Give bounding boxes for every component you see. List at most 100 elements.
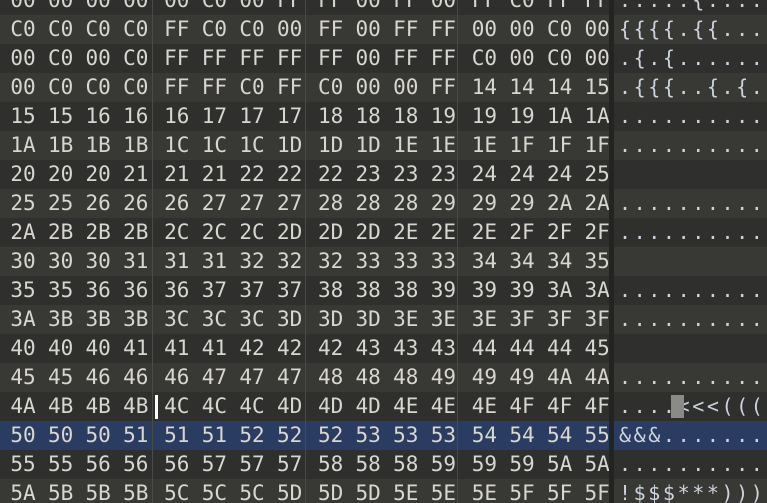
hex-row[interactable]: 35 35 36 36 36 37 37 37 38 38 38 39 39 39 3A 3A........…: [0, 276, 767, 305]
hex-byte[interactable]: 00: [387, 73, 425, 102]
hex-byte[interactable]: 51: [117, 421, 155, 450]
hex-row[interactable]: 45 45 46 46 46 47 47 47 48 48 48 49 49 49 4A 4A........…: [0, 363, 767, 392]
hex-byte[interactable]: 44: [503, 334, 541, 363]
hex-byte[interactable]: 21: [117, 160, 155, 189]
hex-byte[interactable]: 33: [387, 247, 425, 276]
hex-byte[interactable]: 38: [312, 276, 350, 305]
hex-row[interactable]: 00 C0 C0 C0 FF FF C0 FF C0 00 00 FF 14 14 14 15 .{{{..{.…: [0, 73, 767, 102]
hex-byte[interactable]: 46: [117, 363, 155, 392]
hex-row[interactable]: 25 25 26 26 26 27 27 27 28 28 28 29 29 29 2A 2A........…: [0, 189, 767, 218]
hex-byte[interactable]: C0: [195, 15, 233, 44]
hex-byte[interactable]: 1D: [312, 131, 350, 160]
hex-byte[interactable]: 52: [312, 421, 350, 450]
hex-row[interactable]: 1A 1B 1B 1B 1C 1C 1C 1D 1D 1D 1E 1E 1E 1F 1F 1F........…: [0, 131, 767, 160]
ascii-column[interactable]: &&&..........: [614, 421, 767, 450]
hex-byte[interactable]: 4B: [117, 392, 155, 421]
hex-byte[interactable]: 42: [271, 334, 309, 363]
hex-byte[interactable]: 27: [271, 189, 309, 218]
hex-byte[interactable]: 00: [271, 15, 309, 44]
hex-byte[interactable]: 36: [79, 276, 117, 305]
hex-byte[interactable]: 41: [158, 334, 196, 363]
hex-byte[interactable]: 4B: [79, 392, 117, 421]
hex-byte[interactable]: 4F: [503, 392, 541, 421]
hex-byte[interactable]: 28: [349, 189, 387, 218]
ascii-column[interactable]: {{{{.{{........: [614, 15, 767, 44]
hex-byte[interactable]: FF: [158, 44, 196, 73]
hex-byte[interactable]: 36: [117, 276, 155, 305]
hex-byte[interactable]: 2B: [117, 218, 155, 247]
ascii-column[interactable]: .{.{...........: [614, 44, 767, 73]
hex-byte[interactable]: 00: [349, 44, 387, 73]
hex-byte[interactable]: 45: [4, 363, 42, 392]
hex-byte[interactable]: 53: [349, 421, 387, 450]
hex-byte[interactable]: 00: [503, 44, 541, 73]
ascii-column[interactable]: .{{{..{.{......: [614, 73, 767, 102]
hex-row[interactable]: 30 30 30 31 31 31 32 32 32 33 33 33 34 34 34 35: [0, 247, 767, 276]
hex-byte[interactable]: 21: [158, 160, 196, 189]
hex-byte[interactable]: 00: [117, 0, 155, 15]
hex-row[interactable]: 50 50 50 51 51 51 52 52 52 53 53 53 54 54 54 55 &&&.....…: [0, 421, 767, 450]
hex-byte[interactable]: C0: [195, 0, 233, 15]
hex-row[interactable]: 15 15 16 16 16 17 17 17 18 18 18 19 19 19 1A 1A........…: [0, 102, 767, 131]
hex-byte[interactable]: 56: [158, 450, 196, 479]
hex-byte[interactable]: 48: [387, 363, 425, 392]
hex-byte[interactable]: 42: [233, 334, 271, 363]
hex-byte[interactable]: 29: [503, 189, 541, 218]
hex-row[interactable]: C0 C0 C0 C0 FF C0 C0 00 FF 00 FF FF 00 00 C0 00 {{{{.{{.…: [0, 15, 767, 44]
hex-byte[interactable]: 1E: [465, 131, 503, 160]
hex-byte[interactable]: 24: [541, 160, 579, 189]
hex-byte[interactable]: 20: [42, 160, 80, 189]
hex-byte[interactable]: C0: [117, 73, 155, 102]
hex-byte[interactable]: 54: [465, 421, 503, 450]
hex-byte[interactable]: 1E: [387, 131, 425, 160]
hex-byte[interactable]: 14: [541, 73, 579, 102]
hex-byte[interactable]: 5B: [117, 479, 155, 503]
hex-byte[interactable]: 20: [79, 160, 117, 189]
hex-byte[interactable]: FF: [195, 73, 233, 102]
hex-byte[interactable]: 50: [42, 421, 80, 450]
hex-byte[interactable]: 2D: [271, 218, 309, 247]
hex-byte[interactable]: 3B: [117, 305, 155, 334]
hex-byte[interactable]: 2B: [42, 218, 80, 247]
hex-byte[interactable]: C0: [42, 73, 80, 102]
hex-byte[interactable]: FF: [541, 0, 579, 15]
hex-byte[interactable]: 4C: [195, 392, 233, 421]
hex-byte[interactable]: FF: [158, 15, 196, 44]
hex-byte[interactable]: FF: [233, 44, 271, 73]
hex-byte[interactable]: 3B: [42, 305, 80, 334]
hex-byte[interactable]: 5C: [158, 479, 196, 503]
hex-byte[interactable]: 43: [349, 334, 387, 363]
hex-byte[interactable]: 55: [42, 450, 80, 479]
hex-byte[interactable]: 39: [503, 276, 541, 305]
hex-byte[interactable]: 49: [503, 363, 541, 392]
ascii-column[interactable]: ...............: [614, 276, 767, 305]
hex-byte[interactable]: 15: [42, 102, 80, 131]
hex-byte[interactable]: 30: [42, 247, 80, 276]
hex-rows[interactable]: 00 00 00 00 00 C0 00 FF FF 00 FF 00 FF C0 FF FF .....{..…: [0, 0, 767, 503]
hex-byte[interactable]: 5F: [503, 479, 541, 503]
hex-byte[interactable]: 1D: [271, 131, 309, 160]
hex-byte[interactable]: 29: [465, 189, 503, 218]
hex-byte[interactable]: 1D: [349, 131, 387, 160]
hex-byte[interactable]: 5F: [541, 479, 579, 503]
hex-byte[interactable]: 00: [158, 0, 196, 15]
hex-byte[interactable]: 1C: [233, 131, 271, 160]
hex-byte[interactable]: 1B: [42, 131, 80, 160]
hex-editor[interactable]: 00 00 00 00 00 C0 00 FF FF 00 FF 00 FF C0 FF FF .....{..…: [0, 0, 767, 503]
hex-byte[interactable]: 4A: [4, 392, 42, 421]
ascii-column[interactable]: [614, 160, 767, 189]
hex-byte[interactable]: FF: [271, 0, 309, 15]
hex-byte[interactable]: 3C: [195, 305, 233, 334]
hex-byte[interactable]: 59: [503, 450, 541, 479]
hex-byte[interactable]: 31: [117, 247, 155, 276]
hex-byte[interactable]: 38: [349, 276, 387, 305]
hex-byte[interactable]: 22: [233, 160, 271, 189]
hex-byte[interactable]: 00: [4, 0, 42, 15]
hex-row[interactable]: 20 20 20 21 21 21 22 22 22 23 23 23 24 24 24 25: [0, 160, 767, 189]
hex-byte[interactable]: 3D: [349, 305, 387, 334]
hex-byte[interactable]: 48: [349, 363, 387, 392]
hex-byte[interactable]: 2F: [541, 218, 579, 247]
hex-byte[interactable]: 2F: [503, 218, 541, 247]
hex-byte[interactable]: 35: [4, 276, 42, 305]
hex-byte[interactable]: 52: [271, 421, 309, 450]
